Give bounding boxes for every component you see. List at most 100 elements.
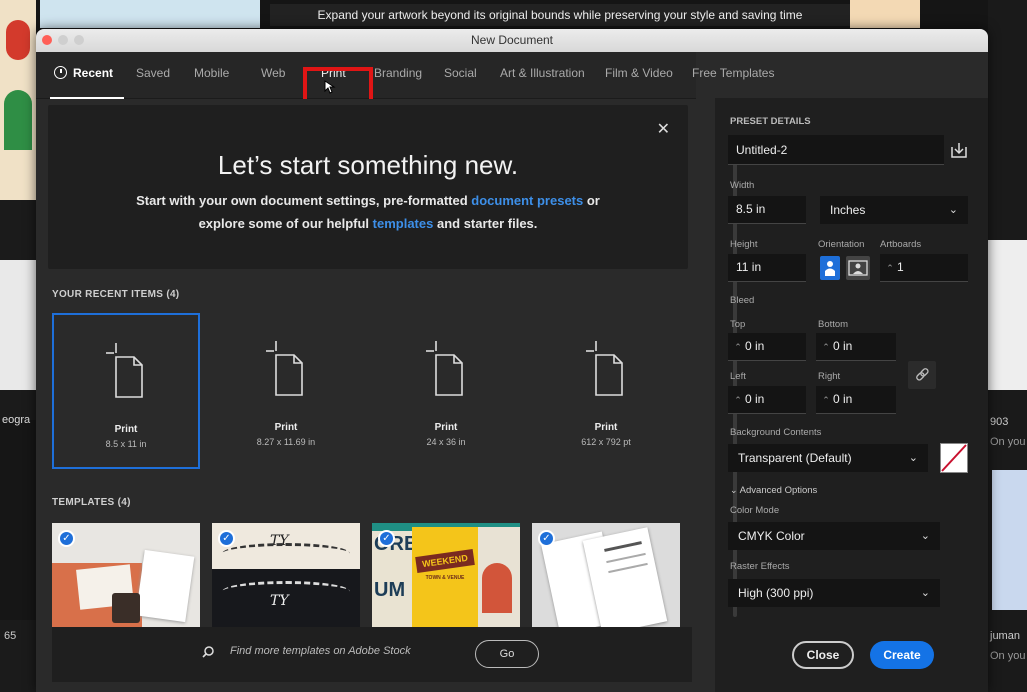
bleed-bottom-stepper[interactable]: ⌃ 0 in bbox=[816, 333, 896, 361]
background-artwork bbox=[40, 0, 260, 28]
bleed-right-stepper[interactable]: ⌃ 0 in bbox=[816, 386, 896, 414]
portrait-icon bbox=[825, 261, 835, 276]
recent-item[interactable]: Print 612 x 792 pt bbox=[532, 313, 680, 469]
stepper-arrows-icon: ⌃ bbox=[822, 395, 830, 405]
tab-social[interactable]: Social bbox=[444, 66, 477, 80]
landscape-orientation-button[interactable] bbox=[846, 256, 870, 280]
background-text: On you bbox=[990, 436, 1026, 448]
recent-item-label: Print bbox=[274, 422, 298, 433]
tab-free-templates[interactable]: Free Templates bbox=[692, 66, 774, 80]
hero-line-2: explore some of our helpful templates an… bbox=[198, 216, 538, 231]
templates-link[interactable]: templates bbox=[373, 216, 434, 231]
recent-item[interactable]: Print 8.5 x 11 in bbox=[52, 313, 200, 469]
stepper-arrows-icon: ⌃ bbox=[734, 395, 742, 405]
chevron-down-icon: ⌄ bbox=[920, 530, 930, 542]
checkmark-icon: ✓ bbox=[58, 530, 75, 547]
document-icon bbox=[586, 341, 623, 396]
close-icon[interactable]: ✕ bbox=[657, 119, 670, 138]
save-preset-icon[interactable] bbox=[950, 141, 968, 159]
units-select[interactable]: Inches ⌄ bbox=[820, 196, 968, 224]
stepper-arrows-icon: ⌃ bbox=[822, 342, 830, 352]
tab-web[interactable]: Web bbox=[261, 66, 285, 80]
chevron-down-icon: ⌄ bbox=[920, 587, 930, 599]
bleed-label: Bleed bbox=[730, 295, 755, 306]
create-button[interactable]: Create bbox=[870, 641, 934, 669]
close-button[interactable]: Close bbox=[792, 641, 854, 669]
background-artwork bbox=[850, 0, 920, 28]
background-contents-label: Background Contents bbox=[730, 427, 822, 438]
link-bleed-button[interactable] bbox=[908, 361, 936, 389]
document-presets-link[interactable]: document presets bbox=[471, 193, 583, 208]
recent-item[interactable]: Print 24 x 36 in bbox=[372, 313, 520, 469]
recent-item-size: 612 x 792 pt bbox=[581, 437, 631, 447]
height-field[interactable]: 11 in bbox=[728, 254, 806, 282]
color-mode-label: Color Mode bbox=[730, 505, 780, 516]
orientation-label: Orientation bbox=[818, 239, 865, 250]
tab-film-video[interactable]: Film & Video bbox=[605, 66, 673, 80]
chevron-down-icon: ⌄ bbox=[948, 204, 958, 216]
checkmark-icon: ✓ bbox=[538, 530, 555, 547]
tab-recent[interactable]: Recent bbox=[54, 66, 113, 80]
raster-effects-select[interactable]: High (300 ppi) ⌄ bbox=[728, 579, 940, 607]
template-thumbnail[interactable]: ✓ bbox=[532, 523, 680, 627]
recent-items-heading: YOUR RECENT ITEMS (4) bbox=[52, 289, 180, 300]
chevron-down-icon: ⌄ bbox=[908, 452, 918, 464]
chevron-down-icon: ⌄ bbox=[730, 485, 738, 495]
promo-banner: Expand your artwork beyond its original … bbox=[270, 4, 850, 26]
main-content: ✕ Let’s start something new. Start with … bbox=[36, 99, 696, 692]
recent-item-size: 8.27 x 11.69 in bbox=[256, 437, 316, 447]
search-icon bbox=[202, 646, 214, 658]
bleed-top-label: Top bbox=[730, 319, 746, 330]
template-thumbnail[interactable]: ✓ bbox=[52, 523, 200, 627]
stepper-arrows-icon: ⌃ bbox=[734, 342, 742, 352]
go-button[interactable]: Go bbox=[475, 640, 539, 668]
background-artwork bbox=[988, 240, 1027, 390]
document-name-field[interactable]: Untitled-2 bbox=[728, 135, 944, 165]
background-color-swatch[interactable] bbox=[940, 443, 968, 473]
advanced-options-toggle[interactable]: ⌄ Advanced Options bbox=[730, 485, 817, 496]
template-thumbnail[interactable]: ORE UM WEEKEND TOWN & VENUE ✓ bbox=[372, 523, 520, 627]
link-icon bbox=[916, 368, 929, 381]
artboards-label: Artboards bbox=[880, 239, 922, 250]
bleed-bottom-label: Bottom bbox=[818, 319, 849, 330]
recent-item[interactable]: Print 8.27 x 11.69 in bbox=[212, 313, 360, 469]
bleed-left-stepper[interactable]: ⌃ 0 in bbox=[728, 386, 806, 414]
background-text: 65 bbox=[4, 630, 17, 642]
category-tabs: Recent Saved Mobile Web Print Branding S… bbox=[36, 52, 774, 125]
document-icon bbox=[266, 341, 303, 396]
stock-search-input[interactable]: Find more templates on Adobe Stock bbox=[230, 645, 411, 657]
tab-saved[interactable]: Saved bbox=[136, 66, 170, 80]
document-icon bbox=[106, 343, 143, 398]
recent-item-size: 24 x 36 in bbox=[426, 437, 466, 447]
template-thumbnail[interactable]: TY TY ✓ bbox=[212, 523, 360, 627]
recent-item-size: 8.5 x 11 in bbox=[105, 439, 147, 449]
templates-heading: TEMPLATES (4) bbox=[52, 497, 131, 508]
hero-line-1: Start with your own document settings, p… bbox=[136, 193, 600, 208]
recent-item-label: Print bbox=[594, 422, 618, 433]
clock-icon bbox=[54, 66, 67, 79]
checkmark-icon: ✓ bbox=[378, 530, 395, 547]
background-text: eogra bbox=[2, 414, 31, 426]
bleed-top-stepper[interactable]: ⌃ 0 in bbox=[728, 333, 806, 361]
artboards-stepper[interactable]: ⌃ 1 bbox=[880, 254, 968, 282]
portrait-orientation-button[interactable] bbox=[820, 256, 840, 280]
background-text: On you bbox=[990, 650, 1026, 662]
preset-details-heading: PRESET DETAILS bbox=[730, 116, 811, 127]
background-artwork bbox=[0, 260, 36, 390]
background-text: 903 bbox=[990, 416, 1009, 428]
stepper-arrows-icon: ⌃ bbox=[886, 263, 894, 273]
recent-item-label: Print bbox=[114, 424, 138, 435]
background-contents-select[interactable]: Transparent (Default) ⌄ bbox=[728, 444, 928, 472]
color-mode-select[interactable]: CMYK Color ⌄ bbox=[728, 522, 940, 550]
width-field[interactable]: 8.5 in bbox=[728, 196, 806, 224]
bleed-left-label: Left bbox=[730, 371, 746, 382]
background-artwork bbox=[992, 470, 1027, 610]
tab-branding[interactable]: Branding bbox=[374, 66, 422, 80]
welcome-banner: ✕ Let’s start something new. Start with … bbox=[48, 105, 688, 269]
landscape-icon bbox=[848, 260, 868, 276]
bleed-right-label: Right bbox=[818, 371, 841, 382]
background-text: juman bbox=[990, 630, 1020, 642]
checkmark-icon: ✓ bbox=[218, 530, 235, 547]
tab-art-illustration[interactable]: Art & Illustration bbox=[500, 66, 585, 80]
tab-mobile[interactable]: Mobile bbox=[194, 66, 229, 80]
